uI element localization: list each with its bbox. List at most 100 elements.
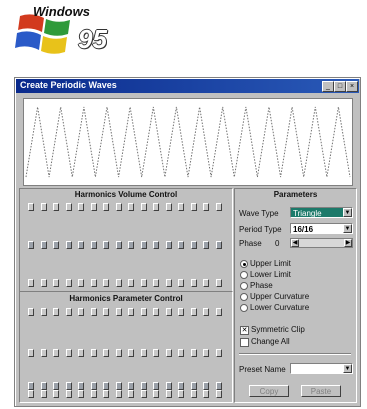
harmonics-volume-title: Harmonics Volume Control — [74, 190, 178, 199]
harmonic-slider[interactable] — [178, 308, 184, 398]
change-all-checkbox[interactable] — [240, 338, 249, 347]
slider-thumb[interactable] — [103, 241, 109, 249]
radio-lower-limit[interactable] — [240, 271, 248, 279]
minimize-button[interactable]: _ — [322, 81, 334, 92]
slider-thumb[interactable] — [140, 381, 147, 390]
slider-track-mark — [40, 279, 47, 287]
slider-track-mark — [190, 349, 197, 357]
close-button[interactable]: × — [346, 81, 358, 92]
harmonic-slider[interactable] — [190, 203, 197, 287]
slider-thumb[interactable] — [190, 241, 197, 249]
slider-thumb[interactable] — [103, 381, 109, 390]
harmonic-slider[interactable] — [65, 308, 72, 398]
title-bar[interactable]: Create Periodic Waves _ □ × — [16, 79, 359, 93]
radio-upper-curvature[interactable] — [240, 293, 248, 301]
slider-thumb[interactable] — [115, 381, 122, 390]
harmonic-slider[interactable] — [128, 308, 134, 398]
slider-thumb[interactable] — [178, 241, 184, 249]
harmonic-slider[interactable] — [178, 203, 184, 287]
harmonic-slider[interactable] — [165, 203, 172, 287]
harmonic-slider[interactable] — [40, 308, 47, 398]
harmonic-slider[interactable] — [28, 203, 34, 287]
slider-thumb[interactable] — [178, 381, 184, 390]
harmonic-slider[interactable] — [78, 308, 84, 398]
harmonics-parameter-title: Harmonics Parameter Control — [69, 294, 183, 303]
slider-track-mark — [65, 390, 72, 398]
slider-thumb[interactable] — [90, 241, 97, 249]
slider-thumb[interactable] — [65, 241, 72, 249]
slider-thumb[interactable] — [40, 381, 47, 390]
slider-thumb[interactable] — [78, 381, 84, 390]
slider-thumb[interactable] — [153, 381, 159, 390]
harmonic-slider[interactable] — [215, 203, 222, 287]
slider-track-mark — [65, 279, 72, 287]
wave-type-dropdown[interactable]: Triangle ▼ — [290, 207, 353, 218]
chevron-down-icon[interactable]: ▼ — [343, 364, 352, 373]
harmonic-slider[interactable] — [140, 308, 147, 398]
harmonic-slider[interactable] — [28, 308, 34, 398]
harmonic-slider[interactable] — [140, 203, 147, 287]
radio-label: Lower Limit — [250, 270, 291, 279]
harmonic-slider[interactable] — [128, 203, 134, 287]
slider-thumb[interactable] — [128, 381, 134, 390]
harmonic-slider[interactable] — [165, 308, 172, 398]
harmonic-slider[interactable] — [115, 308, 122, 398]
scroll-right-icon[interactable]: ▶ — [344, 239, 352, 247]
maximize-button[interactable]: □ — [334, 81, 346, 92]
slider-thumb[interactable] — [153, 241, 159, 249]
slider-thumb[interactable] — [53, 381, 59, 390]
slider-thumb[interactable] — [203, 241, 209, 249]
slider-thumb[interactable] — [28, 381, 34, 390]
harmonic-slider[interactable] — [115, 203, 122, 287]
slider-thumb[interactable] — [128, 241, 134, 249]
slider-thumb[interactable] — [215, 241, 222, 249]
chevron-down-icon[interactable]: ▼ — [343, 224, 352, 233]
triangle-wave-plot — [25, 106, 351, 178]
slider-track-mark — [65, 349, 72, 357]
phase-label: Phase — [239, 239, 262, 248]
harmonic-slider[interactable] — [65, 203, 72, 287]
scroll-left-icon[interactable]: ◀ — [291, 239, 299, 247]
radio-lower-curvature[interactable] — [240, 304, 248, 312]
harmonic-slider[interactable] — [90, 203, 97, 287]
slider-thumb[interactable] — [203, 381, 209, 390]
harmonic-slider[interactable] — [53, 203, 59, 287]
harmonic-slider[interactable] — [203, 308, 209, 398]
slider-thumb[interactable] — [140, 241, 147, 249]
paste-button[interactable]: Paste — [301, 385, 341, 397]
slider-track-mark — [78, 349, 84, 357]
slider-track-mark — [28, 308, 34, 316]
radio-phase[interactable] — [240, 282, 248, 290]
harmonic-slider[interactable] — [40, 203, 47, 287]
harmonic-slider[interactable] — [203, 203, 209, 287]
slider-thumb[interactable] — [190, 381, 197, 390]
slider-thumb[interactable] — [115, 241, 122, 249]
harmonic-slider[interactable] — [90, 308, 97, 398]
chevron-down-icon[interactable]: ▼ — [343, 208, 352, 217]
harmonic-slider[interactable] — [153, 308, 159, 398]
phase-scrollbar[interactable]: ◀ ▶ — [290, 238, 353, 248]
slider-thumb[interactable] — [40, 241, 47, 249]
harmonic-slider[interactable] — [215, 308, 222, 398]
slider-thumb[interactable] — [165, 241, 172, 249]
period-type-value: 16/16 — [293, 225, 314, 234]
preset-name-input[interactable]: ▼ — [290, 363, 353, 374]
slider-thumb[interactable] — [215, 381, 222, 390]
radio-upper-limit[interactable] — [240, 260, 248, 268]
slider-thumb[interactable] — [90, 381, 97, 390]
slider-thumb[interactable] — [28, 241, 34, 249]
period-type-dropdown[interactable]: 16/16 ▼ — [290, 223, 353, 234]
symmetric-clip-checkbox[interactable]: ✕ — [240, 326, 249, 335]
harmonic-slider[interactable] — [153, 203, 159, 287]
harmonic-slider[interactable] — [103, 203, 109, 287]
copy-button[interactable]: Copy — [249, 385, 289, 397]
harmonic-slider[interactable] — [103, 308, 109, 398]
harmonic-slider[interactable] — [53, 308, 59, 398]
harmonic-slider[interactable] — [78, 203, 84, 287]
slider-track-mark — [128, 349, 134, 357]
slider-thumb[interactable] — [53, 241, 59, 249]
slider-thumb[interactable] — [78, 241, 84, 249]
slider-thumb[interactable] — [65, 381, 72, 390]
slider-thumb[interactable] — [165, 381, 172, 390]
harmonic-slider[interactable] — [190, 308, 197, 398]
